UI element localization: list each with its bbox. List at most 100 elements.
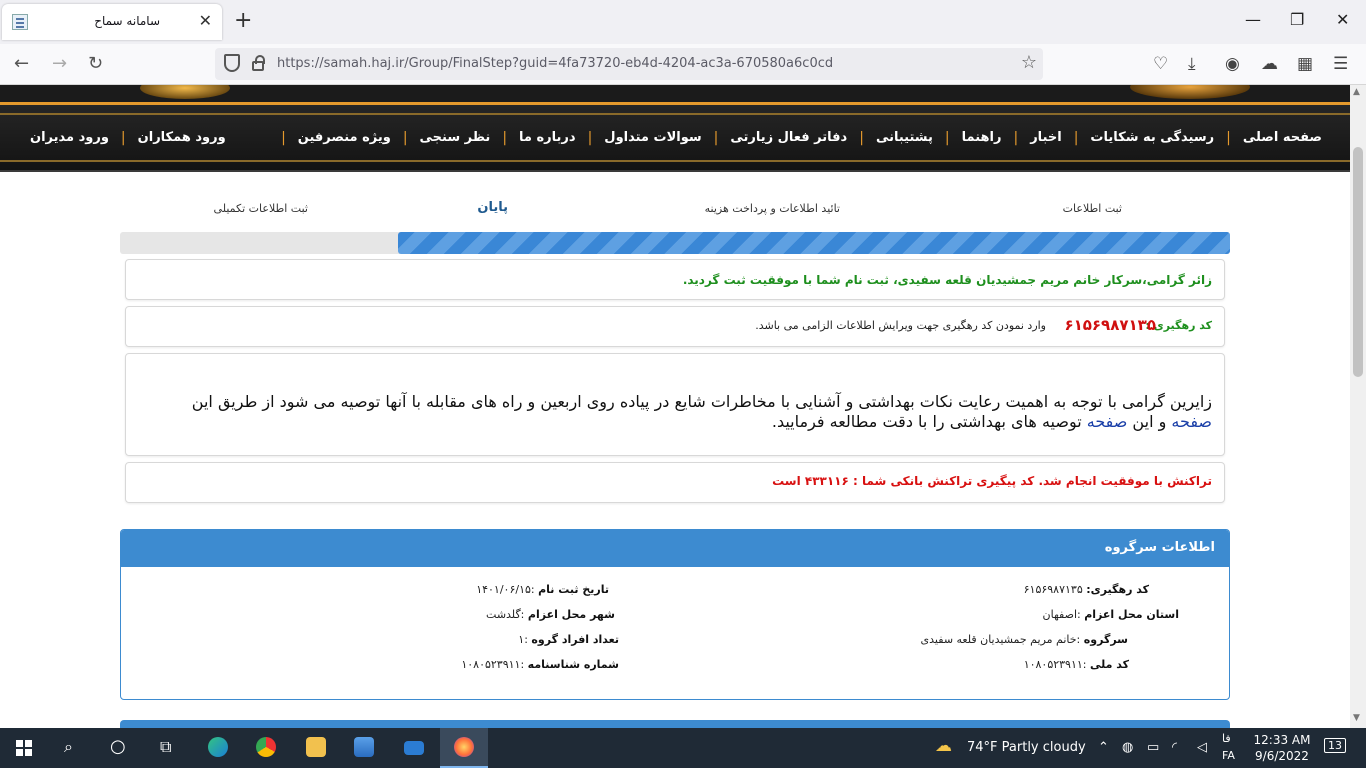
battery-icon[interactable]: ▭	[1147, 740, 1159, 755]
scrollbar-thumb[interactable]	[1353, 147, 1363, 377]
banner-ornament	[1130, 85, 1250, 99]
field-value: :۱۴۰۱/۰۶/۱۵	[476, 583, 539, 596]
new-tab-icon[interactable]: +	[234, 9, 252, 33]
field-id-number: شماره شناسنامه :۱۰۸۰۵۲۳۹۱۱	[461, 658, 619, 671]
weather-icon[interactable]: ☁	[935, 736, 952, 756]
menu-separator: |	[281, 130, 286, 146]
menu-guide[interactable]: راهنما	[962, 127, 1002, 149]
field-label: تاریخ ثبت نام	[538, 583, 609, 596]
menu-icon[interactable]: ☰	[1333, 54, 1348, 74]
back-icon[interactable]: ←	[14, 53, 29, 75]
search-icon: ⌕	[64, 737, 73, 756]
address-bar[interactable]: https://samah.haj.ir/Group/FinalStep?gui…	[215, 48, 1043, 80]
menu-survey[interactable]: نظر سنجی	[420, 127, 491, 149]
menu-staff-login[interactable]: ورود همکاران	[138, 127, 226, 149]
clock-time: 12:33 AM	[1253, 733, 1311, 747]
close-tab-icon[interactable]: ✕	[199, 11, 212, 30]
health-text-part: و این	[1127, 412, 1172, 431]
close-window-icon[interactable]: ✕	[1336, 10, 1349, 29]
field-value: :۱	[518, 633, 532, 646]
minimize-icon[interactable]: —	[1245, 10, 1261, 29]
volume-icon[interactable]: ◁	[1197, 740, 1207, 755]
lock-icon[interactable]	[252, 55, 265, 71]
menu-complaints[interactable]: رسیدگی به شکایات	[1090, 127, 1214, 149]
accounts-icon[interactable]: ☁	[1261, 54, 1278, 74]
wifi-icon[interactable]: ◜	[1172, 740, 1177, 755]
notification-badge[interactable]: 13	[1324, 738, 1346, 753]
health-text: زایرین گرامی با توجه به اهمیت رعایت نکات…	[152, 392, 1212, 432]
bookmark-star-icon[interactable]: ☆	[1021, 52, 1037, 73]
screenshot-icon[interactable]: ▦	[1297, 54, 1313, 74]
menu-left: ورود همکاران | ورود مدیران	[30, 127, 226, 149]
shield-icon[interactable]	[224, 54, 240, 72]
field-label: تعداد افراد گروه	[531, 633, 619, 646]
task-view-button[interactable]: ⧉	[144, 728, 192, 768]
menu-about[interactable]: درباره ما	[519, 127, 576, 149]
step-confirm-pay: تائید اطلاعات و پرداخت هزینه	[704, 202, 840, 215]
field-national-code: کد ملی :۱۰۸۰۵۲۳۹۱۱	[1024, 658, 1129, 671]
store-app[interactable]	[340, 728, 388, 768]
cortana-button[interactable]: ○	[96, 728, 144, 768]
mail-app[interactable]	[390, 728, 438, 768]
menu-separator: |	[402, 130, 408, 146]
field-label: سرگروه	[1083, 633, 1128, 646]
menu-separator: |	[502, 130, 508, 146]
windows-logo-icon	[16, 740, 32, 756]
scroll-up-icon[interactable]: ▲	[1353, 87, 1360, 97]
health-page-link-1[interactable]: صفحه	[1171, 412, 1212, 431]
chrome-icon	[256, 737, 276, 757]
menu-faq[interactable]: سوالات متداول	[604, 127, 701, 149]
chrome-app[interactable]	[242, 728, 290, 768]
explorer-app[interactable]	[292, 728, 340, 768]
firefox-app[interactable]	[440, 728, 488, 768]
reload-icon[interactable]: ↻	[88, 53, 103, 75]
start-button[interactable]	[0, 728, 48, 768]
health-text-part: توصیه های بهداشتی را با دقت مطالعه فرمای…	[771, 412, 1087, 431]
download-icon[interactable]: ⤓	[1188, 54, 1196, 74]
health-notice: زایرین گرامی با توجه به اهمیت رعایت نکات…	[125, 353, 1225, 456]
windows-taskbar: ⌕ ○ ⧉ ☁ 74°F Partly cloudy ⌃ ◍ ▭ ◜ ◁ فا …	[0, 728, 1366, 768]
clock[interactable]: 12:33 AM 9/6/2022	[1252, 732, 1312, 764]
success-message: زائر گرامی،سرکار خانم مریم جمشیدیان قلعه…	[682, 273, 1212, 287]
show-hidden-icons[interactable]: ⌃	[1098, 740, 1109, 755]
page-scrollbar[interactable]: ▲ ▼	[1350, 85, 1366, 728]
browser-tab[interactable]: سامانه سماح ✕	[2, 4, 222, 40]
group-info-box: اطلاعات سرگروه کد رهگیری: ۶۱۵۶۹۸۷۱۳۵ است…	[120, 529, 1230, 700]
progress-fill	[397, 232, 1230, 254]
menu-cancelled[interactable]: ویژه منصرفین	[298, 127, 391, 149]
menu-separator: |	[1013, 130, 1019, 146]
firefox-icon	[454, 737, 474, 757]
pocket-icon[interactable]: ♡	[1153, 54, 1168, 74]
menu-news[interactable]: اخبار	[1030, 127, 1062, 149]
network-icon[interactable]: ◍	[1122, 740, 1133, 755]
restore-icon[interactable]: ❐	[1290, 10, 1304, 29]
cortana-icon: ○	[110, 736, 126, 757]
forward-icon[interactable]: →	[52, 53, 67, 75]
site-banner	[0, 85, 1350, 102]
extension-icon[interactable]: ◉	[1225, 54, 1240, 74]
language-indicator[interactable]: فا	[1222, 732, 1231, 745]
store-icon	[354, 737, 374, 757]
divider	[0, 113, 1350, 115]
health-page-link-2[interactable]: صفحه	[1087, 412, 1128, 431]
edge-app[interactable]	[194, 728, 242, 768]
field-value: :۱۰۸۰۵۲۳۹۱۱	[1023, 658, 1090, 671]
menu-right: صفحه اصلی | رسیدگی به شکایات | اخبار | ر…	[269, 127, 1322, 149]
step-finish: پایان	[477, 200, 508, 215]
menu-support[interactable]: پشتیبانی	[876, 127, 933, 149]
weather-text[interactable]: 74°F Partly cloudy	[967, 740, 1086, 755]
language-code[interactable]: FA	[1222, 749, 1235, 762]
group-info-fields: کد رهگیری: ۶۱۵۶۹۸۷۱۳۵ استان محل اعزام :ا…	[121, 567, 1229, 699]
menu-separator: |	[1073, 130, 1079, 146]
menu-separator: |	[587, 130, 593, 146]
search-button[interactable]: ⌕	[48, 728, 96, 768]
menu-home[interactable]: صفحه اصلی	[1243, 127, 1322, 149]
menu-offices[interactable]: دفاتر فعال زیارتی	[730, 127, 847, 149]
field-label: شماره شناسنامه	[527, 658, 619, 671]
menu-admin-login[interactable]: ورود مدیران	[30, 127, 109, 149]
url-text[interactable]: https://samah.haj.ir/Group/FinalStep?gui…	[277, 56, 833, 71]
field-tracking: کد رهگیری: ۶۱۵۶۹۸۷۱۳۵	[1024, 583, 1149, 596]
scroll-down-icon[interactable]: ▼	[1353, 713, 1360, 723]
transaction-alert: تراکنش با موفقیت انجام شد. کد پیگیری ترا…	[125, 462, 1225, 503]
mail-icon	[404, 741, 424, 755]
